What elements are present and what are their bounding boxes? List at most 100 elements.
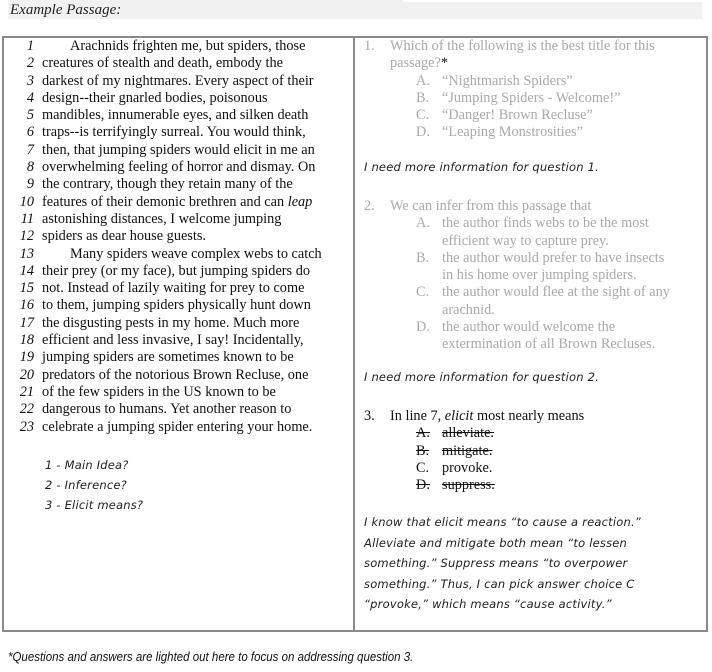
line-text: dangerous to humans. Yet another reason … — [42, 401, 292, 418]
answer-option[interactable]: B. the author would prefer to have insect… — [364, 250, 670, 285]
passage: 1 Arachnids frighten me, but spiders, tho… — [10, 38, 350, 436]
line-number: 2 — [26, 55, 34, 72]
header-banner-extension — [400, 2, 702, 19]
note-item: 1 - Main Idea? — [45, 458, 129, 472]
passage-line: 19 jumping spiders are sometimes known to… — [10, 349, 350, 366]
question-3-explanation: I know that elicit means “to cause a rea… — [364, 515, 641, 611]
question-3: 3. In line 7, elicit most nearly means A.… — [364, 408, 584, 494]
line-text: jumping spiders are sometimes known to b… — [42, 349, 294, 366]
answer-option[interactable]: C. the author would flee at the sight of … — [364, 284, 670, 319]
answer-option-struck[interactable]: A. alleviate. — [364, 425, 584, 442]
question-2-note: I need more information for question 2. — [364, 370, 599, 384]
line-number: 1 — [26, 38, 34, 54]
line-number: 18 — [19, 332, 34, 349]
passage-line: 11 astonishing distances, I welcome jumpi… — [10, 211, 350, 228]
line-number: 14 — [19, 262, 34, 279]
answer-option[interactable]: D. the author would welcome the exterminat… — [364, 319, 670, 354]
line-number: 19 — [19, 349, 34, 366]
line-text: the disgusting pests in my home. Much mo… — [42, 314, 300, 331]
note-item: 2 - Inference? — [45, 478, 127, 492]
question-1-note: I need more information for question 1. — [364, 160, 599, 174]
passage-line: 18 efficient and less invasive, I say! In… — [10, 332, 350, 349]
line-number: 17 — [19, 314, 34, 331]
line-text: features of their demonic brethren and c… — [42, 193, 313, 210]
passage-line: 5 mandibles, innumerable eyes, and silken… — [10, 107, 350, 124]
passage-line: 16 to them, jumping spiders physically hu… — [10, 297, 350, 314]
line-text: creatures of stealth and death, embody t… — [42, 55, 283, 72]
note-item: 3 - Elicit means? — [45, 498, 144, 512]
passage-line: 7 then, that jumping spiders would elicit… — [10, 142, 350, 159]
answer-option[interactable]: B. “Jumping Spiders - Welcome!” — [364, 90, 655, 107]
line-text: design--their gnarled bodies, poisonous — [42, 89, 268, 106]
question-1: 1. Which of the following is the best tit… — [364, 38, 655, 142]
line-text: efficient and less invasive, I say! Inci… — [42, 332, 304, 349]
footnote-marker: * — [440, 55, 448, 72]
page-title: Example Passage: — [10, 2, 122, 18]
question-2: 2. We can infer from this passage that A.… — [364, 198, 670, 354]
passage-line: 15 not. Instead of lazily waiting for pre… — [10, 280, 350, 297]
line-number: 13 — [19, 245, 34, 262]
line-text: overwhelming feeling of horror and disma… — [42, 159, 316, 176]
passage-line: 14 their prey (or my face), but jumping s… — [10, 263, 350, 280]
answer-option[interactable]: A. the author finds webs to be the most ef… — [364, 215, 670, 250]
line-number: 15 — [19, 280, 34, 297]
line-number: 16 — [19, 297, 34, 314]
passage-line: 22 dangerous to humans. Yet another reaso… — [10, 401, 350, 418]
line-text: traps--is terrifyingly surreal. You woul… — [42, 124, 306, 141]
answer-option[interactable]: A. “Nightmarish Spiders” — [364, 73, 655, 90]
line-number: 20 — [19, 366, 34, 383]
passage-line: 23 celebrate a jumping spider entering yo… — [10, 419, 350, 436]
line-number: 3 — [26, 72, 34, 89]
line-number: 8 — [26, 159, 34, 176]
question-stem: Which of the following is the best title… — [390, 38, 655, 54]
question-stem: passage? — [390, 55, 441, 72]
passage-line: 12 spiders as dear house guests. — [10, 228, 350, 245]
question-stem: In line 7, elicit most nearly means — [390, 408, 585, 424]
line-number: 5 — [26, 107, 34, 124]
line-number: 12 — [19, 228, 34, 245]
question-stem: We can infer from this passage that — [390, 198, 592, 214]
passage-line: 8 overwhelming feeling of horror and dism… — [10, 159, 350, 176]
line-number: 7 — [26, 141, 34, 158]
question-number: 1. — [364, 38, 375, 54]
line-number: 9 — [26, 176, 34, 193]
line-number: 21 — [19, 383, 34, 400]
line-text: Arachnids frighten me, but spiders, thos… — [70, 38, 306, 54]
answer-option-struck[interactable]: B. mitigate. — [364, 443, 584, 460]
line-text: predators of the notorious Brown Recluse… — [42, 366, 309, 383]
line-text: to them, jumping spiders physically hunt… — [42, 297, 311, 314]
line-text: Many spiders weave complex webs to catch — [70, 245, 322, 262]
footnote: *Questions and answers are lighted out h… — [8, 650, 414, 664]
line-text: mandibles, innumerable eyes, and silken … — [42, 107, 309, 124]
line-number: 11 — [20, 210, 34, 227]
line-text: the contrary, though they retain many of… — [42, 176, 293, 193]
passage-line: 13 Many spiders weave complex webs to cat… — [10, 246, 350, 263]
passage-line: 3 darkest of my nightmares. Every aspect … — [10, 73, 350, 90]
answer-option[interactable]: C. “Danger! Brown Recluse” — [364, 107, 655, 124]
line-text: celebrate a jumping spider entering your… — [42, 418, 313, 435]
line-text: of the few spiders in the US known to be — [42, 383, 276, 400]
passage-line: 17 the disgusting pests in my home. Much … — [10, 315, 350, 332]
question-number: 3. — [364, 408, 375, 424]
answer-option-struck[interactable]: D. suppress. — [364, 477, 584, 494]
line-number: 10 — [19, 193, 34, 210]
line-text: spiders as dear house guests. — [42, 228, 206, 245]
passage-line: 10 features of their demonic brethren and… — [10, 194, 350, 211]
line-text: darkest of my nightmares. Every aspect o… — [42, 72, 314, 89]
line-number: 22 — [19, 401, 34, 418]
answer-option-correct[interactable]: C. provoke. — [364, 460, 584, 477]
question-number: 2. — [364, 198, 375, 214]
answer-option[interactable]: D. “Leaping Monstrosities” — [364, 124, 655, 141]
line-number: 4 — [26, 89, 34, 106]
passage-line: 9 the contrary, though they retain many o… — [10, 176, 350, 193]
line-text: astonishing distances, I welcome jumping — [42, 210, 282, 227]
line-text: their prey (or my face), but jumping spi… — [42, 262, 310, 279]
passage-line: 21 of the few spiders in the US known to … — [10, 384, 350, 401]
line-number: 6 — [26, 124, 34, 141]
passage-line: 2 creatures of stealth and death, embody … — [10, 55, 350, 72]
column-divider — [353, 36, 355, 632]
passage-line: 20 predators of the notorious Brown Reclu… — [10, 367, 350, 384]
passage-line: 4 design--their gnarled bodies, poisonous — [10, 90, 350, 107]
line-number: 23 — [19, 418, 34, 435]
line-text: then, that jumping spiders would elicit … — [42, 141, 315, 158]
